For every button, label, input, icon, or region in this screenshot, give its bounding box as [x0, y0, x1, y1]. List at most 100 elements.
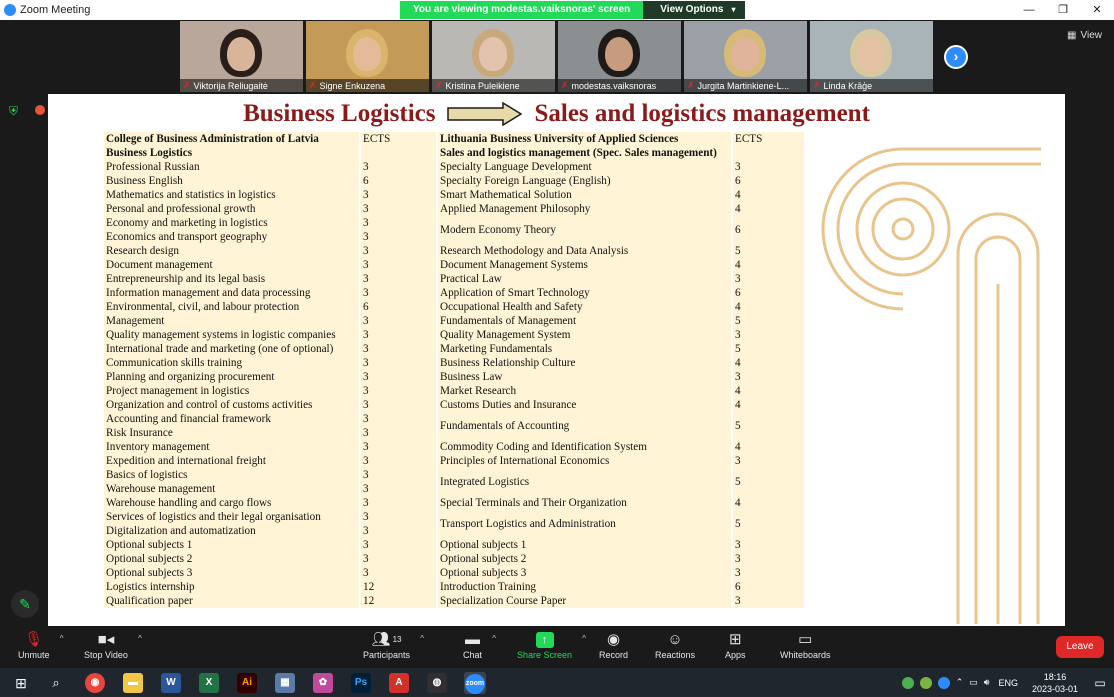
left-ects-cell: 3 [361, 454, 436, 468]
notifications-icon[interactable]: ▭ [1086, 676, 1114, 690]
right-course-cell: Marketing Fundamentals [438, 342, 731, 356]
table-row: Document management 3 Document Management … [104, 258, 804, 272]
tray-app-icon[interactable] [919, 676, 932, 689]
left-ects-cell: 3 [361, 538, 436, 552]
right-ects-cell: 5 [733, 412, 804, 440]
right-course-cell: Quality Management System [438, 328, 731, 342]
participant-face [605, 37, 633, 71]
illustrator-icon[interactable]: Ai [236, 672, 258, 694]
table-row: Planning and organizing procurement 3 Busi… [104, 370, 804, 384]
maximize-button[interactable]: ❐ [1046, 0, 1080, 20]
close-button[interactable]: ✕ [1080, 0, 1114, 20]
participant-name: Kristina Puleikiene [445, 80, 520, 91]
zoom-icon[interactable]: zoom [464, 672, 486, 694]
participant-tile[interactable]: ✗ Jurgita Martinkiene-L... [684, 21, 807, 92]
right-course-cell: Commodity Coding and Identification Syst… [438, 440, 731, 454]
right-course-cell: Special Terminals and Their Organization [438, 496, 731, 510]
empty-cell [361, 146, 436, 160]
participant-tile[interactable]: ✗ Viktorija Reliugaitė [180, 21, 303, 92]
share-screen-button[interactable]: ↑ Share Screen ^ [517, 630, 586, 660]
acrobat-icon[interactable]: A [388, 672, 410, 694]
record-button[interactable]: ◉ Record [599, 630, 628, 660]
muted-microphone-icon: ✗ [561, 80, 569, 90]
chat-button[interactable]: ▬ Chat ^ [463, 630, 496, 660]
system-clock[interactable]: 18:16 2023-03-01 [1032, 671, 1078, 695]
file-explorer-icon[interactable]: ▬ [122, 672, 144, 694]
whiteboards-button[interactable]: ▭ Whiteboards [780, 630, 831, 660]
chat-label: Chat [463, 650, 483, 660]
right-course-cell: Business Relationship Culture [438, 356, 731, 370]
tray-chevron-icon[interactable]: ⌃ [956, 677, 964, 688]
participant-tile[interactable]: ✗ Signe Enkuzena [306, 21, 429, 92]
whiteboard-icon: ▭ [798, 631, 813, 648]
input-language[interactable]: ENG [998, 678, 1018, 688]
unmute-button[interactable]: 🎙︎ Unmute ^ [18, 630, 64, 660]
right-ects-cell: 3 [733, 160, 804, 174]
volume-icon[interactable]: 🔊︎ [984, 677, 990, 688]
table-row: Personal and professional growth 3 Applied… [104, 202, 804, 216]
participant-name: Viktorija Reliugaitė [193, 80, 268, 91]
chrome-icon[interactable]: ◉ [84, 672, 106, 694]
participant-tile[interactable]: ✗ Linda Krāģe [810, 21, 933, 92]
tray-app-icon[interactable] [901, 676, 914, 689]
zoom-glyph: zoom [465, 674, 485, 694]
table-row: Accounting and financial framework 3 Funda… [104, 412, 804, 440]
right-course-cell: Occupational Health and Safety [438, 300, 731, 314]
view-button[interactable]: ▦ View [1067, 30, 1102, 41]
security-shield-icon[interactable]: ⛨ [9, 104, 18, 119]
annotate-pen-icon[interactable]: ✎ [11, 590, 39, 618]
right-course-cell: Transport Logistics and Administration [438, 510, 731, 538]
whiteboards-label: Whiteboards [780, 650, 831, 660]
minimize-button[interactable]: — [1012, 0, 1046, 20]
window-controls: — ❐ ✕ [1012, 0, 1114, 20]
chevron-up-icon[interactable]: ^ [60, 634, 64, 643]
apps-button[interactable]: ⊞ Apps [725, 630, 746, 660]
right-course-cell: Optional subjects 2 [438, 552, 731, 566]
participant-tile[interactable]: ✗ Kristina Puleikiene [432, 21, 555, 92]
chevron-up-icon[interactable]: ^ [492, 634, 496, 643]
chevron-up-icon[interactable]: ^ [138, 634, 142, 643]
left-ects-cell: 3 [361, 412, 436, 426]
next-participants-button[interactable]: › [944, 45, 968, 69]
obs-icon[interactable]: ◍ [426, 672, 448, 694]
left-ects-cell: 3 [361, 356, 436, 370]
right-ects-cell: 3 [733, 328, 804, 342]
left-ects-cell: 3 [361, 482, 436, 496]
right-course-cell: Modern Economy Theory [438, 216, 731, 244]
photoshop-icon[interactable]: Ps [350, 672, 372, 694]
right-college-header: Lithuania Business University of Applied… [438, 132, 731, 146]
participant-tile[interactable]: ✗ modestas.vaiksnoras [558, 21, 681, 92]
photos-icon[interactable]: ✿ [312, 672, 334, 694]
chevron-up-icon[interactable]: ^ [420, 634, 424, 643]
view-options-button[interactable]: View Options ▾ [643, 1, 746, 19]
right-arrow-icon [447, 102, 523, 126]
tray-zoom-icon[interactable] [937, 676, 950, 689]
obs-glyph: ◍ [427, 673, 447, 693]
right-ects-cell: 3 [733, 370, 804, 384]
calculator-icon[interactable]: ▦ [274, 672, 296, 694]
windows-start-icon[interactable]: ⊞ [10, 672, 32, 694]
right-ects-cell: 5 [733, 468, 804, 496]
participant-name: Linda Krāģe [823, 80, 873, 91]
excel-icon[interactable]: X [198, 672, 220, 694]
table-row: Entrepreneurship and its legal basis 3 Pra… [104, 272, 804, 286]
title-bar: Zoom Meeting You are viewing modestas.va… [0, 0, 1114, 20]
left-ects-cell: 12 [361, 580, 436, 594]
network-icon[interactable]: ▭ [969, 677, 978, 688]
left-course-cell: Optional subjects 1 [104, 538, 359, 552]
chevron-up-icon[interactable]: ^ [582, 634, 586, 643]
table-row: Management 3 Fundamentals of Management 5 [104, 314, 804, 328]
muted-microphone-icon: ✗ [687, 80, 695, 90]
left-course-cell: Management [104, 314, 359, 328]
leave-button[interactable]: Leave [1056, 636, 1104, 658]
right-ects-cell: 3 [733, 594, 804, 608]
stop-video-button[interactable]: ■◂ Stop Video ^ [84, 630, 142, 660]
right-course-cell: Practical Law [438, 272, 731, 286]
participants-button[interactable]: 👥︎ 13 Participants ^ [363, 630, 424, 660]
word-icon[interactable]: W [160, 672, 182, 694]
reactions-button[interactable]: ☺ Reactions [655, 630, 695, 660]
right-course-cell: Smart Mathematical Solution [438, 188, 731, 202]
left-ects-cell: 3 [361, 468, 436, 482]
search-icon[interactable]: ⌕ [45, 672, 67, 694]
table-row: Optional subjects 3 3 Optional subjects 33 [104, 566, 804, 580]
